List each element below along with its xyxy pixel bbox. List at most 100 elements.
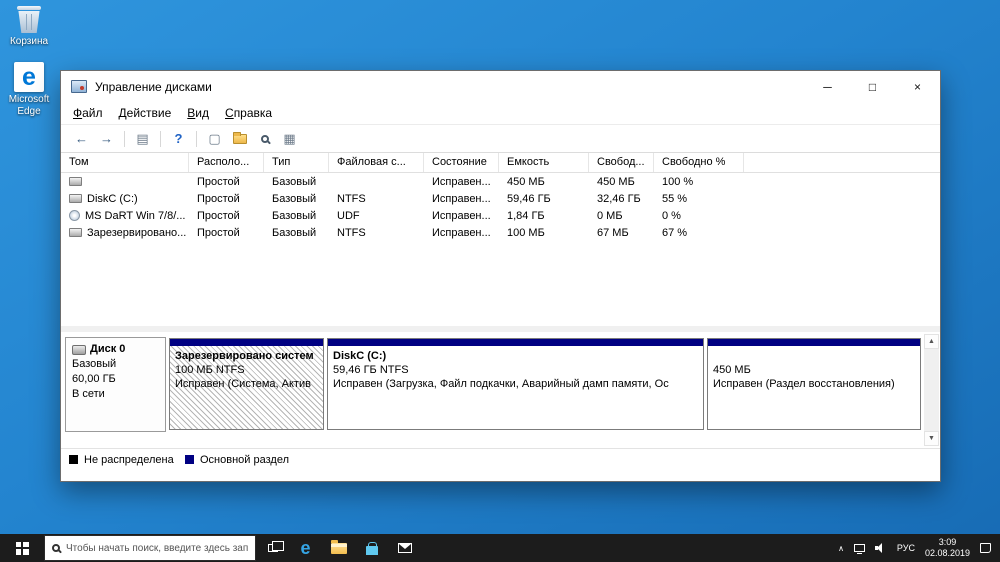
- partition-system-reserved[interactable]: Зарезервировано систем 100 МБ NTFS Испра…: [169, 338, 324, 430]
- toolbar: ← → ▤ ? ▢ ▦: [61, 125, 940, 153]
- volume-name: DiskC (C:): [87, 192, 138, 205]
- menu-view[interactable]: Вид: [179, 103, 217, 123]
- hidden-icons-chevron[interactable]: ∧: [833, 534, 849, 562]
- legend-label: Не распределена: [84, 453, 174, 466]
- free-cell: 32,46 ГБ: [597, 192, 641, 205]
- partition-status: Исправен (Загрузка, Файл подкачки, Авари…: [333, 378, 669, 390]
- column-header-free[interactable]: Свобод...: [589, 153, 654, 172]
- menu-file[interactable]: Файл: [65, 103, 111, 123]
- partition-status: Исправен (Система, Актив: [175, 378, 311, 390]
- recycle-bin-label: Корзина: [9, 36, 49, 47]
- action-center-icon: [980, 543, 991, 553]
- desktop-icon-recycle-bin[interactable]: Корзина: [0, 6, 58, 48]
- table-row[interactable]: Зарезервировано... Простой Базовый NTFS …: [61, 224, 940, 241]
- minimize-button[interactable]: ─: [805, 71, 850, 102]
- window-controls: ─ □ ×: [805, 71, 940, 102]
- volume-cell: MS DaRT Win 7/8/...: [61, 210, 189, 222]
- task-view-icon: [267, 541, 284, 552]
- help-icon[interactable]: ?: [166, 127, 191, 150]
- desktop-icon-edge[interactable]: e Microsoft Edge: [0, 62, 58, 118]
- recycle-bin-icon: [17, 6, 41, 34]
- capacity-cell: 100 МБ: [507, 226, 545, 239]
- search-input[interactable]: [66, 542, 248, 554]
- drive-icon: [69, 228, 82, 237]
- disk-graphical-pane: Диск 0 Базовый 60,00 ГБ В сети Зарезерви…: [61, 332, 940, 446]
- table-row[interactable]: Простой Базовый Исправен... 450 МБ 450 М…: [61, 173, 940, 190]
- desktop: { "colors": { "primary_partition": "#000…: [0, 0, 1000, 562]
- time: 3:09: [938, 537, 957, 547]
- status-cell: Исправен...: [432, 175, 491, 188]
- disk0-info-box[interactable]: Диск 0 Базовый 60,00 ГБ В сети: [65, 337, 166, 432]
- volume-table-header: Том Располо... Тип Файловая с... Состоян…: [61, 153, 940, 173]
- taskbar-search[interactable]: [44, 535, 256, 561]
- store-button[interactable]: [355, 534, 388, 562]
- partition-type-strip: [328, 339, 703, 346]
- start-button[interactable]: [0, 534, 44, 562]
- volume-cell: DiskC (C:): [61, 193, 189, 205]
- partition-name: [713, 349, 915, 363]
- open-folder-icon[interactable]: [227, 127, 252, 150]
- taskbar-edge-button[interactable]: e: [289, 534, 322, 562]
- folder-icon: [232, 131, 247, 144]
- column-header-capacity[interactable]: Емкость: [499, 153, 589, 172]
- speaker-icon: [874, 543, 887, 553]
- search-icon: [52, 544, 60, 552]
- volume-name: MS DaRT Win 7/8/...: [85, 209, 186, 222]
- system-tray: ∧ РУС 3:09 02.08.2019: [833, 534, 1000, 562]
- network-icon: [853, 544, 865, 554]
- mail-button[interactable]: [388, 534, 421, 562]
- free-pct-cell: 100 %: [662, 175, 694, 188]
- scroll-up-icon[interactable]: ▲: [924, 334, 939, 349]
- clock[interactable]: 3:09 02.08.2019: [920, 534, 975, 562]
- column-header-free-pct[interactable]: Свободно %: [654, 153, 744, 172]
- scroll-down-icon[interactable]: ▼: [924, 431, 939, 446]
- properties-icon[interactable]: ▢: [202, 127, 227, 150]
- disk-management-window: Управление дисками ─ □ × Файл Действие В…: [60, 70, 941, 482]
- column-header-type[interactable]: Тип: [264, 153, 329, 172]
- console-tree-icon[interactable]: ▤: [130, 127, 155, 150]
- disc-icon: [69, 210, 80, 221]
- layout-cell: Простой: [197, 192, 240, 205]
- free-pct-cell: 55 %: [662, 192, 688, 205]
- vertical-scrollbar[interactable]: ▲ ▼: [924, 334, 939, 446]
- edge-icon: e: [14, 62, 44, 92]
- column-header-volume[interactable]: Том: [61, 153, 189, 172]
- type-cell: Базовый: [272, 175, 317, 188]
- column-header-filesystem[interactable]: Файловая с...: [329, 153, 424, 172]
- partition-recovery[interactable]: 450 МБ Исправен (Раздел восстановления): [707, 338, 921, 430]
- maximize-button[interactable]: □: [850, 71, 895, 102]
- task-view-button[interactable]: [256, 534, 289, 562]
- partition-name: DiskC (C:): [333, 350, 387, 362]
- edge-label: Microsoft Edge: [8, 94, 50, 117]
- disk-management-app-icon: [71, 80, 87, 93]
- titlebar[interactable]: Управление дисками ─ □ ×: [61, 71, 940, 102]
- menu-action[interactable]: Действие: [111, 103, 180, 123]
- free-cell: 0 МБ: [597, 209, 623, 222]
- language-indicator[interactable]: РУС: [892, 534, 920, 562]
- legend-label: Основной раздел: [200, 453, 289, 466]
- volume-name: Зарезервировано...: [87, 226, 187, 239]
- filesystem-cell: NTFS: [337, 192, 366, 205]
- network-tray-button[interactable]: [849, 534, 870, 562]
- back-icon[interactable]: ←: [69, 127, 94, 150]
- partition-c-drive[interactable]: DiskC (C:) 59,46 ГБ NTFS Исправен (Загру…: [327, 338, 704, 430]
- close-button[interactable]: ×: [895, 71, 940, 102]
- free-pct-cell: 67 %: [662, 226, 688, 239]
- file-explorer-button[interactable]: [322, 534, 355, 562]
- table-row[interactable]: DiskC (C:) Простой Базовый NTFS Исправен…: [61, 190, 940, 207]
- volume-tray-button[interactable]: [870, 534, 892, 562]
- toolbar-separator: [160, 130, 161, 147]
- toolbar-separator: [124, 130, 125, 147]
- column-header-status[interactable]: Состояние: [424, 153, 499, 172]
- taskbar: e ∧ РУС 3:09 02.08.2019: [0, 534, 1000, 562]
- disk0-name: Диск 0: [90, 343, 126, 355]
- disk-list-icon[interactable]: ▦: [277, 127, 302, 150]
- action-center-button[interactable]: [975, 534, 996, 562]
- column-header-layout[interactable]: Располо...: [189, 153, 264, 172]
- volume-cell: Зарезервировано...: [61, 227, 189, 239]
- free-cell: 450 МБ: [597, 175, 635, 188]
- zoom-icon[interactable]: [252, 127, 277, 150]
- table-row[interactable]: MS DaRT Win 7/8/... Простой Базовый UDF …: [61, 207, 940, 224]
- forward-icon[interactable]: →: [94, 127, 119, 150]
- menu-help[interactable]: Справка: [217, 103, 280, 123]
